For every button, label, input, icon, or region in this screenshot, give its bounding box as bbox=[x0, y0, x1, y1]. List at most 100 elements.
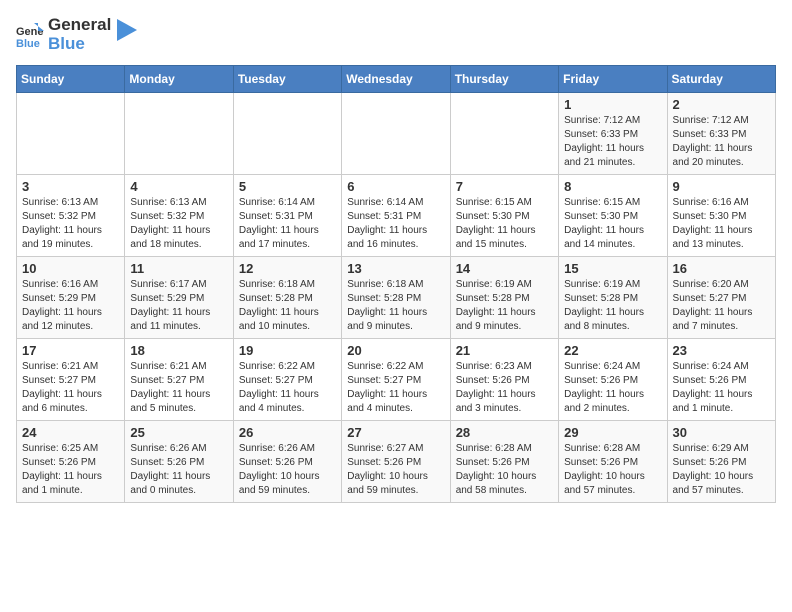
calendar-week-row: 24Sunrise: 6:25 AM Sunset: 5:26 PM Dayli… bbox=[17, 421, 776, 503]
day-info: Sunrise: 6:28 AM Sunset: 5:26 PM Dayligh… bbox=[456, 442, 553, 498]
day-number: 18 bbox=[130, 343, 227, 358]
calendar-cell: 15 Sunrise: 6:19 AM Sunset: 5:28 PM Dayli… bbox=[559, 257, 667, 339]
day-info: Sunrise: 6:26 AM Sunset: 5:26 PM Dayligh… bbox=[130, 442, 227, 498]
calendar-cell: 8 Sunrise: 6:15 AM Sunset: 5:30 PM Daylig… bbox=[559, 175, 667, 257]
calendar-header-tuesday: Tuesday bbox=[233, 66, 341, 93]
calendar-cell: 22 Sunrise: 6:24 AM Sunset: 5:26 PM Dayli… bbox=[559, 339, 667, 421]
day-number: 19 bbox=[239, 343, 336, 358]
header: General Blue General Blue bbox=[16, 16, 776, 53]
day-number: 9 bbox=[673, 179, 770, 194]
day-info: Sunrise: 6:24 AM Sunset: 5:26 PM Dayligh… bbox=[673, 360, 770, 416]
calendar-header-saturday: Saturday bbox=[667, 66, 775, 93]
calendar-cell bbox=[342, 93, 450, 175]
day-info: Sunrise: 6:26 AM Sunset: 5:26 PM Dayligh… bbox=[239, 442, 336, 498]
day-number: 28 bbox=[456, 425, 553, 440]
logo: General Blue General Blue bbox=[16, 16, 137, 53]
day-number: 15 bbox=[564, 261, 661, 276]
day-number: 26 bbox=[239, 425, 336, 440]
calendar-cell: 1 Sunrise: 7:12 AM Sunset: 6:33 PM Daylig… bbox=[559, 93, 667, 175]
day-number: 25 bbox=[130, 425, 227, 440]
calendar-header-monday: Monday bbox=[125, 66, 233, 93]
day-info: Sunrise: 6:20 AM Sunset: 5:27 PM Dayligh… bbox=[673, 278, 770, 334]
calendar-cell: 24Sunrise: 6:25 AM Sunset: 5:26 PM Dayli… bbox=[17, 421, 125, 503]
day-info: Sunrise: 6:21 AM Sunset: 5:27 PM Dayligh… bbox=[22, 360, 119, 416]
day-info: Sunrise: 6:22 AM Sunset: 5:27 PM Dayligh… bbox=[347, 360, 444, 416]
calendar-table: SundayMondayTuesdayWednesdayThursdayFrid… bbox=[16, 65, 776, 503]
calendar-header-sunday: Sunday bbox=[17, 66, 125, 93]
calendar-cell: 19Sunrise: 6:22 AM Sunset: 5:27 PM Dayli… bbox=[233, 339, 341, 421]
calendar-cell: 26 Sunrise: 6:26 AM Sunset: 5:26 PM Dayli… bbox=[233, 421, 341, 503]
day-info: Sunrise: 6:17 AM Sunset: 5:29 PM Dayligh… bbox=[130, 278, 227, 334]
day-info: Sunrise: 6:18 AM Sunset: 5:28 PM Dayligh… bbox=[239, 278, 336, 334]
day-info: Sunrise: 6:29 AM Sunset: 5:26 PM Dayligh… bbox=[673, 442, 770, 498]
day-number: 5 bbox=[239, 179, 336, 194]
calendar-header-thursday: Thursday bbox=[450, 66, 558, 93]
calendar-cell: 7 Sunrise: 6:15 AM Sunset: 5:30 PM Daylig… bbox=[450, 175, 558, 257]
calendar-cell: 30 Sunrise: 6:29 AM Sunset: 5:26 PM Dayli… bbox=[667, 421, 775, 503]
calendar-cell: 3 Sunrise: 6:13 AM Sunset: 5:32 PM Daylig… bbox=[17, 175, 125, 257]
calendar-cell: 18 Sunrise: 6:21 AM Sunset: 5:27 PM Dayli… bbox=[125, 339, 233, 421]
day-number: 1 bbox=[564, 97, 661, 112]
calendar-cell: 21 Sunrise: 6:23 AM Sunset: 5:26 PM Dayli… bbox=[450, 339, 558, 421]
day-number: 4 bbox=[130, 179, 227, 194]
calendar-cell: 12 Sunrise: 6:18 AM Sunset: 5:28 PM Dayli… bbox=[233, 257, 341, 339]
day-number: 3 bbox=[22, 179, 119, 194]
calendar-header-row: SundayMondayTuesdayWednesdayThursdayFrid… bbox=[17, 66, 776, 93]
calendar-cell: 29Sunrise: 6:28 AM Sunset: 5:26 PM Dayli… bbox=[559, 421, 667, 503]
day-info: Sunrise: 6:21 AM Sunset: 5:27 PM Dayligh… bbox=[130, 360, 227, 416]
day-number: 2 bbox=[673, 97, 770, 112]
day-number: 11 bbox=[130, 261, 227, 276]
calendar-cell: 20 Sunrise: 6:22 AM Sunset: 5:27 PM Dayli… bbox=[342, 339, 450, 421]
calendar-week-row: 1 Sunrise: 7:12 AM Sunset: 6:33 PM Daylig… bbox=[17, 93, 776, 175]
day-info: Sunrise: 7:12 AM Sunset: 6:33 PM Dayligh… bbox=[564, 114, 661, 170]
calendar-cell bbox=[233, 93, 341, 175]
day-info: Sunrise: 6:19 AM Sunset: 5:28 PM Dayligh… bbox=[564, 278, 661, 334]
day-number: 7 bbox=[456, 179, 553, 194]
day-info: Sunrise: 6:15 AM Sunset: 5:30 PM Dayligh… bbox=[456, 196, 553, 252]
day-number: 21 bbox=[456, 343, 553, 358]
calendar-week-row: 3 Sunrise: 6:13 AM Sunset: 5:32 PM Daylig… bbox=[17, 175, 776, 257]
calendar-cell: 10Sunrise: 6:16 AM Sunset: 5:29 PM Dayli… bbox=[17, 257, 125, 339]
day-number: 14 bbox=[456, 261, 553, 276]
calendar-cell: 17Sunrise: 6:21 AM Sunset: 5:27 PM Dayli… bbox=[17, 339, 125, 421]
day-number: 10 bbox=[22, 261, 119, 276]
day-number: 13 bbox=[347, 261, 444, 276]
day-info: Sunrise: 6:14 AM Sunset: 5:31 PM Dayligh… bbox=[239, 196, 336, 252]
calendar-cell: 2Sunrise: 7:12 AM Sunset: 6:33 PM Daylig… bbox=[667, 93, 775, 175]
day-number: 27 bbox=[347, 425, 444, 440]
day-info: Sunrise: 6:15 AM Sunset: 5:30 PM Dayligh… bbox=[564, 196, 661, 252]
day-info: Sunrise: 6:19 AM Sunset: 5:28 PM Dayligh… bbox=[456, 278, 553, 334]
calendar-week-row: 17Sunrise: 6:21 AM Sunset: 5:27 PM Dayli… bbox=[17, 339, 776, 421]
day-info: Sunrise: 6:25 AM Sunset: 5:26 PM Dayligh… bbox=[22, 442, 119, 498]
day-info: Sunrise: 6:24 AM Sunset: 5:26 PM Dayligh… bbox=[564, 360, 661, 416]
day-info: Sunrise: 6:23 AM Sunset: 5:26 PM Dayligh… bbox=[456, 360, 553, 416]
calendar-cell: 6Sunrise: 6:14 AM Sunset: 5:31 PM Daylig… bbox=[342, 175, 450, 257]
logo-blue: Blue bbox=[48, 35, 111, 54]
logo-general: General bbox=[48, 16, 111, 35]
calendar-cell bbox=[17, 93, 125, 175]
day-number: 20 bbox=[347, 343, 444, 358]
day-number: 8 bbox=[564, 179, 661, 194]
day-number: 6 bbox=[347, 179, 444, 194]
day-number: 22 bbox=[564, 343, 661, 358]
calendar-week-row: 10Sunrise: 6:16 AM Sunset: 5:29 PM Dayli… bbox=[17, 257, 776, 339]
day-number: 29 bbox=[564, 425, 661, 440]
calendar-cell: 16Sunrise: 6:20 AM Sunset: 5:27 PM Dayli… bbox=[667, 257, 775, 339]
calendar-header-wednesday: Wednesday bbox=[342, 66, 450, 93]
day-number: 12 bbox=[239, 261, 336, 276]
calendar-cell: 13 Sunrise: 6:18 AM Sunset: 5:28 PM Dayli… bbox=[342, 257, 450, 339]
calendar-cell: 11 Sunrise: 6:17 AM Sunset: 5:29 PM Dayli… bbox=[125, 257, 233, 339]
day-info: Sunrise: 6:27 AM Sunset: 5:26 PM Dayligh… bbox=[347, 442, 444, 498]
day-info: Sunrise: 6:18 AM Sunset: 5:28 PM Dayligh… bbox=[347, 278, 444, 334]
day-number: 30 bbox=[673, 425, 770, 440]
calendar-cell: 14 Sunrise: 6:19 AM Sunset: 5:28 PM Dayli… bbox=[450, 257, 558, 339]
svg-text:Blue: Blue bbox=[16, 38, 40, 49]
calendar-cell bbox=[125, 93, 233, 175]
day-info: Sunrise: 6:13 AM Sunset: 5:32 PM Dayligh… bbox=[130, 196, 227, 252]
calendar-cell: 27 Sunrise: 6:27 AM Sunset: 5:26 PM Dayli… bbox=[342, 421, 450, 503]
logo-arrow-icon bbox=[117, 19, 137, 41]
logo-icon: General Blue bbox=[16, 21, 44, 49]
calendar-cell: 28 Sunrise: 6:28 AM Sunset: 5:26 PM Dayli… bbox=[450, 421, 558, 503]
day-info: Sunrise: 6:13 AM Sunset: 5:32 PM Dayligh… bbox=[22, 196, 119, 252]
calendar-cell: 5 Sunrise: 6:14 AM Sunset: 5:31 PM Daylig… bbox=[233, 175, 341, 257]
